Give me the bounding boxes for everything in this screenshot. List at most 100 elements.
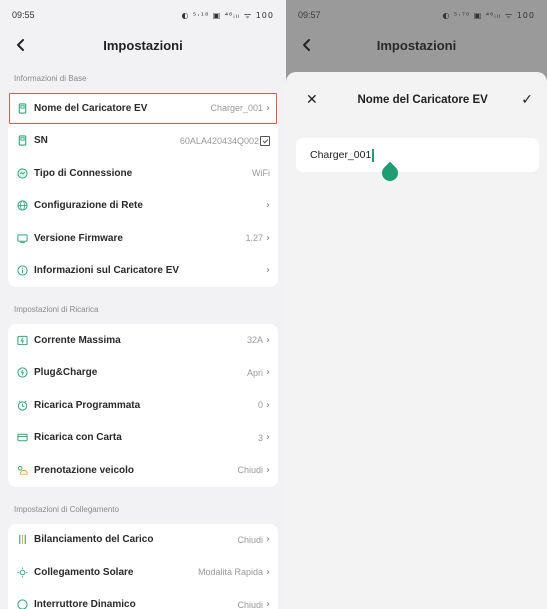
chevron-right-icon: ›	[266, 200, 270, 212]
row-value: Chiudi ›	[237, 464, 270, 476]
settings-group-connection: Bilanciamento del Carico Chiudi › Collega…	[8, 523, 278, 609]
row-value: WiFi	[252, 168, 270, 179]
sheet-header: ✕ Nome del Caricatore EV ✓	[286, 72, 547, 128]
chevron-right-icon: ›	[266, 265, 270, 277]
page-title: Impostazioni	[376, 37, 457, 53]
row-label: Plug&Charge	[34, 367, 98, 379]
row-label: Interruttore Dinamico	[34, 599, 136, 609]
back-arrow-icon	[303, 39, 310, 51]
row-value: 60ALA420434Q002	[180, 135, 270, 146]
row-dynamic-switch[interactable]: Interruttore Dinamico Chiudi ›	[8, 589, 278, 609]
row-connection-type[interactable]: Tipo di Connessione WiFi	[8, 157, 278, 190]
row-value: 0 ›	[257, 399, 270, 411]
row-scheduled-charging[interactable]: Ricarica Programmata 0 ›	[8, 389, 278, 422]
section-label-connection: Impostazioni di Collegamento	[14, 504, 119, 514]
row-value: Apri ›	[246, 367, 270, 379]
row-value: ›	[263, 265, 270, 276]
row-value: 3 ›	[257, 432, 270, 444]
row-sn[interactable]: SN 60ALA420434Q002	[8, 125, 278, 158]
settings-group-basic: Nome del Caricatore EV Charger_001 › SN 6…	[8, 92, 278, 287]
section-label-basic: Informazioni di Base	[14, 74, 87, 83]
section-label-charging: Impostazioni di Ricarica	[14, 305, 99, 314]
row-value: Chiudi ›	[237, 599, 270, 609]
row-value: ›	[263, 200, 270, 211]
chevron-right-icon: ›	[266, 566, 270, 578]
row-label: Bilanciamento del Carico	[34, 534, 154, 546]
cursor-handle[interactable]	[378, 161, 402, 185]
row-label: Configurazione di Rete	[34, 200, 143, 212]
top-nav: Impostazioni	[0, 30, 286, 60]
status-time: 09:55	[12, 10, 35, 20]
row-label: Corrente Massima	[34, 334, 121, 346]
confirm-icon[interactable]: ✓	[521, 92, 533, 108]
row-card-charging[interactable]: Ricarica con Carta 3 ›	[8, 422, 278, 455]
row-label: Ricarica Programmata	[34, 399, 141, 411]
chevron-right-icon: ›	[266, 599, 270, 609]
chevron-right-icon: ›	[266, 334, 270, 346]
charger-name-input[interactable]: Charger_001	[296, 138, 539, 185]
back-button[interactable]	[296, 34, 318, 56]
car-icon	[16, 464, 28, 476]
row-value: Chiudi ›	[237, 534, 270, 546]
row-vehicle-reservation[interactable]: Prenotazione veicolo Chiudi ›	[8, 454, 278, 487]
row-network-config[interactable]: Configurazione di Rete ›	[8, 190, 278, 223]
row-label: Tipo di Connessione	[34, 167, 133, 179]
status-icons: ◐ ⁵·¹⁸ ▣ ⁴⁶ᵢₗₗ ᯤ 100	[181, 10, 274, 20]
chevron-right-icon: ›	[266, 534, 270, 546]
status-time: 09:57	[298, 10, 321, 20]
connection-icon	[16, 167, 28, 179]
input-value: Charger_001	[310, 149, 372, 161]
chevron-right-icon: ›	[266, 232, 270, 244]
row-solar-link[interactable]: Collegamento Solare Modalità Rapida ›	[8, 556, 278, 589]
balance-icon	[16, 534, 28, 546]
row-value: Modalità Rapida ›	[197, 566, 270, 578]
card-icon	[16, 432, 28, 444]
solar-icon	[16, 566, 28, 578]
settings-screen: 09:55 ◐ ⁵·¹⁸ ▣ ⁴⁶ᵢₗₗ ᯤ 100 Impostazioni …	[0, 0, 286, 609]
charger-icon	[16, 135, 28, 147]
row-value: 1.27 ›	[245, 232, 270, 244]
back-button[interactable]	[10, 34, 32, 56]
row-label: Prenotazione veicolo	[34, 464, 135, 476]
row-charger-name[interactable]: Nome del Caricatore EV Charger_001 ›	[8, 92, 278, 125]
clock-icon	[16, 399, 28, 411]
top-nav: Impostazioni	[286, 30, 547, 60]
back-arrow-icon	[17, 39, 24, 51]
row-value: Charger_001 ›	[210, 102, 270, 114]
settings-group-charging: Corrente Massima 32A › Plug&Charge Apri › …	[8, 324, 278, 487]
info-icon	[16, 265, 28, 277]
row-label: SN	[34, 135, 48, 147]
current-icon	[16, 334, 28, 346]
text-cursor	[372, 148, 374, 162]
sheet-title: Nome del Caricatore EV	[357, 94, 488, 106]
page-title: Impostazioni	[103, 37, 183, 53]
switch-icon	[16, 599, 28, 609]
chevron-right-icon: ›	[266, 432, 270, 444]
rename-sheet: ✕ Nome del Caricatore EV ✓ Charger_001	[286, 72, 547, 609]
close-icon[interactable]: ✕	[306, 92, 324, 108]
row-firmware-version[interactable]: Versione Firmware 1.27 ›	[8, 222, 278, 255]
row-load-balancing[interactable]: Bilanciamento del Carico Chiudi ›	[8, 524, 278, 557]
status-bar: 09:57 ◐ ⁵·⁷⁰ ▣ ⁴⁶ᵢₗₗ ᯤ 100	[286, 0, 547, 30]
row-value: 32A ›	[246, 334, 270, 346]
status-bar: 09:55 ◐ ⁵·¹⁸ ▣ ⁴⁶ᵢₗₗ ᯤ 100	[0, 0, 286, 30]
row-plug-charge[interactable]: Plug&Charge Apri ›	[8, 357, 278, 390]
monitor-icon	[16, 232, 28, 244]
row-label: Collegamento Solare	[34, 566, 134, 578]
chevron-right-icon: ›	[266, 367, 270, 379]
row-label: Versione Firmware	[34, 232, 123, 244]
charger-icon	[16, 102, 28, 114]
row-charger-info[interactable]: Informazioni sul Caricatore EV ›	[8, 255, 278, 288]
copy-icon[interactable]	[260, 135, 270, 146]
chevron-right-icon: ›	[266, 399, 270, 411]
status-icons: ◐ ⁵·⁷⁰ ▣ ⁴⁶ᵢₗₗ ᯤ 100	[442, 10, 535, 20]
row-label: Nome del Caricatore EV	[34, 102, 148, 114]
row-max-current[interactable]: Corrente Massima 32A ›	[8, 324, 278, 357]
row-label: Ricarica con Carta	[34, 432, 122, 444]
globe-icon	[16, 200, 28, 212]
chevron-right-icon: ›	[266, 102, 270, 114]
plug-icon	[16, 367, 28, 379]
chevron-right-icon: ›	[266, 464, 270, 476]
rename-screen: 09:57 ◐ ⁵·⁷⁰ ▣ ⁴⁶ᵢₗₗ ᯤ 100 Impostazioni …	[286, 0, 547, 609]
row-label: Informazioni sul Caricatore EV	[34, 265, 180, 277]
